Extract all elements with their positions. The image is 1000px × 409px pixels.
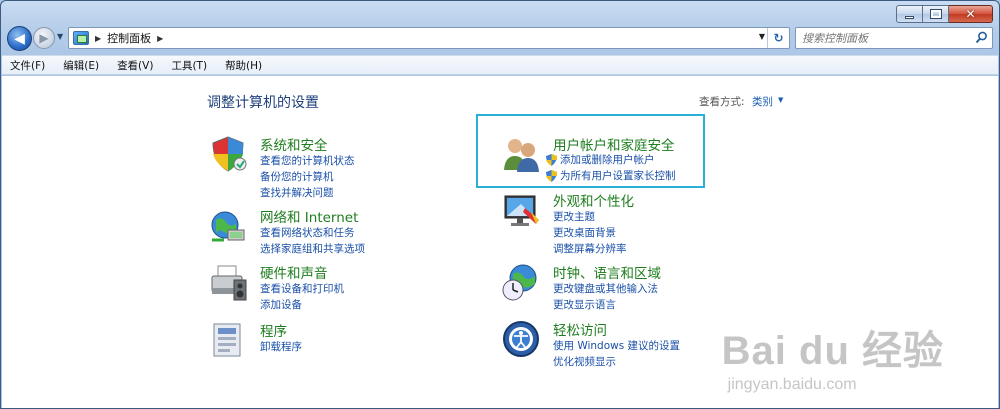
content-area: 调整计算机的设置 查看方式: 类别 ▼ 系统和安全 查看您的计算机状态 备份您的… (2, 76, 998, 408)
network-globe-icon (211, 211, 245, 242)
address-dropdown-icon[interactable]: ▼ (759, 32, 765, 41)
refresh-button[interactable]: ↻ (767, 28, 789, 48)
category-title[interactable]: 系统和安全 (260, 134, 328, 154)
history-dropdown-icon[interactable]: ▼ (57, 32, 63, 41)
link-change-keyboard[interactable]: 更改键盘或其他输入法 (553, 281, 658, 296)
close-button[interactable]: ✕ (949, 5, 993, 23)
link-change-desktop-background[interactable]: 更改桌面背景 (553, 225, 616, 240)
category-title[interactable]: 网络和 Internet (260, 206, 358, 226)
control-panel-window: ✕ ◀ ▶ ▼ ▶ 控制面板 ▶ ▼ ↻ 文件(F) 编辑(E) 查看(V) 工… (0, 0, 1000, 409)
refresh-icon: ↻ (773, 31, 784, 45)
link-view-network-status[interactable]: 查看网络状态和任务 (260, 225, 355, 240)
clock-globe-icon (502, 264, 537, 301)
category-title[interactable]: 外观和个性化 (553, 190, 634, 210)
link-change-display-language[interactable]: 更改显示语言 (553, 297, 616, 312)
link-label: 添加或删除用户帐户 (560, 154, 655, 166)
category-title[interactable]: 硬件和声音 (260, 262, 328, 282)
link-optimize-visual-display[interactable]: 优化视频显示 (553, 354, 616, 369)
link-devices-printers[interactable]: 查看设备和打印机 (260, 281, 344, 296)
category-title[interactable]: 程序 (260, 320, 287, 340)
link-uninstall-program[interactable]: 卸载程序 (260, 339, 302, 354)
link-change-theme[interactable]: 更改主题 (553, 209, 595, 224)
link-add-remove-user[interactable]: 添加或删除用户帐户 (546, 152, 655, 167)
category-title[interactable]: 时钟、语言和区域 (553, 262, 661, 282)
forward-arrow-icon: ▶ (39, 31, 49, 45)
menu-bar: 文件(F) 编辑(E) 查看(V) 工具(T) 帮助(H) (2, 55, 998, 75)
control-panel-icon (73, 31, 89, 45)
maximize-button[interactable] (923, 5, 949, 23)
back-arrow-icon: ◀ (14, 30, 25, 47)
search-box[interactable] (795, 27, 993, 49)
programs-icon (213, 323, 241, 357)
link-label: 为所有用户设置家长控制 (560, 170, 676, 182)
menu-help[interactable]: 帮助(H) (225, 58, 262, 73)
category-title[interactable]: 轻松访问 (553, 319, 607, 339)
breadcrumb-separator-icon[interactable]: ▶ (157, 34, 163, 43)
menu-tools[interactable]: 工具(T) (171, 58, 207, 73)
maximize-icon (929, 9, 942, 19)
minimize-icon (905, 15, 914, 19)
baidu-watermark: Bai du 经验 jingyan.baidu.com (722, 318, 944, 394)
menu-view[interactable]: 查看(V) (117, 58, 153, 73)
search-icon[interactable] (975, 31, 988, 44)
search-input[interactable] (802, 31, 972, 45)
link-parental-controls[interactable]: 为所有用户设置家长控制 (546, 168, 676, 183)
address-bar[interactable]: ▶ 控制面板 ▶ ▼ ↻ (68, 27, 790, 49)
view-by-chevron-icon[interactable]: ▼ (778, 96, 783, 104)
link-windows-suggested-settings[interactable]: 使用 Windows 建议的设置 (553, 338, 680, 353)
link-homegroup-sharing[interactable]: 选择家庭组和共享选项 (260, 241, 365, 256)
link-troubleshoot[interactable]: 查找并解决问题 (260, 185, 334, 200)
close-icon: ✕ (965, 7, 976, 21)
forward-button[interactable]: ▶ (33, 27, 55, 49)
ease-of-access-icon (503, 321, 539, 357)
back-button[interactable]: ◀ (7, 26, 32, 51)
view-by-label: 查看方式: (699, 96, 745, 108)
users-icon (504, 139, 539, 172)
uac-shield-icon (546, 153, 557, 166)
monitor-icon (504, 195, 539, 226)
uac-shield-icon (546, 169, 557, 182)
shield-icon (212, 136, 247, 172)
watermark-url: jingyan.baidu.com (727, 376, 857, 393)
breadcrumb-separator-icon[interactable]: ▶ (95, 34, 101, 43)
navigation-bar: ◀ ▶ ▼ ▶ 控制面板 ▶ ▼ ↻ (7, 26, 993, 52)
minimize-button[interactable] (896, 5, 923, 23)
link-backup-computer[interactable]: 备份您的计算机 (260, 169, 334, 184)
menu-edit[interactable]: 编辑(E) (63, 58, 99, 73)
menu-file[interactable]: 文件(F) (10, 58, 45, 73)
watermark-logo: Bai du 经验 (721, 329, 944, 373)
breadcrumb-control-panel[interactable]: 控制面板 (107, 30, 151, 46)
link-view-computer-status[interactable]: 查看您的计算机状态 (260, 153, 355, 168)
category-title[interactable]: 用户帐户和家庭安全 (553, 134, 675, 154)
link-adjust-resolution[interactable]: 调整屏幕分辨率 (553, 241, 627, 256)
link-add-device[interactable]: 添加设备 (260, 297, 302, 312)
printer-icon (211, 265, 247, 301)
view-by-dropdown[interactable]: 类别 (752, 94, 773, 109)
caption-buttons: ✕ (896, 5, 993, 23)
page-title: 调整计算机的设置 (207, 95, 319, 111)
